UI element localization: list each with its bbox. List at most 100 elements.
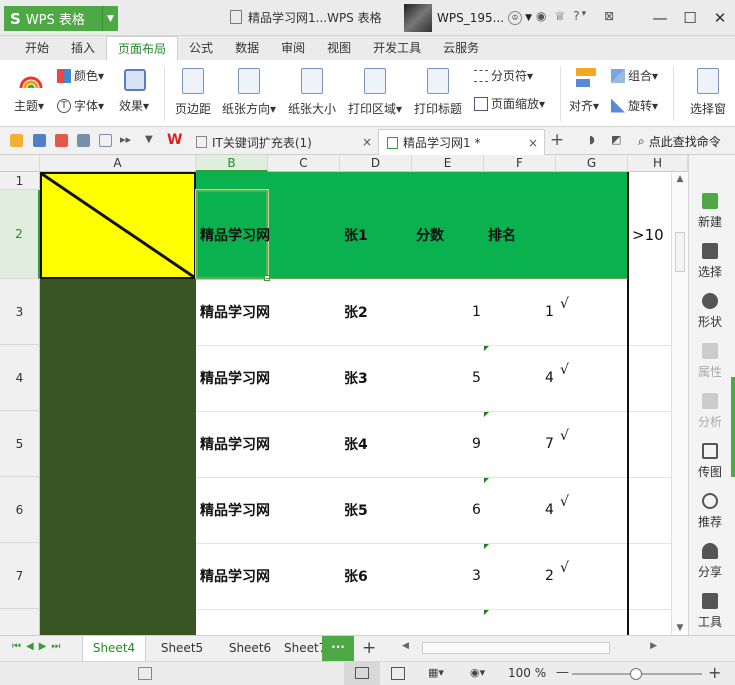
tab-home[interactable]: 开始 <box>14 36 60 60</box>
zoom-slider[interactable] <box>572 668 702 680</box>
column-header-c[interactable]: C <box>268 155 340 172</box>
group-button[interactable]: 组合 ▾ <box>611 67 658 84</box>
print-area-button[interactable]: 打印区域▾ <box>344 68 406 117</box>
scroll-down-icon[interactable]: ▼ <box>672 623 688 633</box>
panel-upload-image-button[interactable]: 传图 <box>689 443 731 480</box>
column-header-b[interactable]: B <box>196 155 268 172</box>
open-folder-icon[interactable] <box>10 134 23 147</box>
help-icon[interactable]: ? <box>573 9 579 23</box>
panel-new-button[interactable]: 新建 <box>689 193 731 230</box>
cell-a1-a2-yellow[interactable] <box>40 172 196 279</box>
cell-d4[interactable]: 张3 <box>344 345 368 411</box>
tab-cloud-service[interactable]: 云服务 <box>432 36 490 60</box>
horizontal-scrollbar[interactable]: ◀ ▶ <box>402 641 657 655</box>
panel-share-button[interactable]: 分享 <box>689 543 731 580</box>
back-icon[interactable]: ◗ <box>589 133 595 146</box>
zoom-slider-thumb[interactable] <box>630 668 642 680</box>
save-icon[interactable] <box>33 134 46 147</box>
cell-d3[interactable]: 张2 <box>344 279 368 345</box>
doc-tab-it-keywords[interactable]: IT关键词扩充表(1) × <box>188 129 378 155</box>
cell-d2[interactable]: 张1 <box>344 190 368 279</box>
sheet-tab-sheet6[interactable]: Sheet6 <box>218 636 282 661</box>
font-button[interactable]: T 字体 ▾ <box>57 97 104 114</box>
close-icon[interactable]: × <box>362 135 372 149</box>
paper-size-button[interactable]: 纸张大小 <box>286 68 338 117</box>
sheet-tab-sheet5[interactable]: Sheet5 <box>150 636 214 661</box>
select-all-corner[interactable] <box>0 155 40 172</box>
skin-icon[interactable]: ◉ <box>536 9 546 23</box>
row-header-6[interactable]: 6 <box>0 477 40 543</box>
effect-button[interactable]: 效果 ▾ <box>119 97 149 114</box>
cell-h2[interactable]: >10 <box>632 190 664 279</box>
sheet-tab-sheet4[interactable]: Sheet4 <box>82 636 146 661</box>
cell-d6[interactable]: 张5 <box>344 477 368 543</box>
cell-f3[interactable]: 1 <box>545 279 554 345</box>
find-command-search[interactable]: ⌕ 点此查找命令 <box>638 131 721 151</box>
tab-developer[interactable]: 开发工具 <box>362 36 432 60</box>
scroll-thumb[interactable] <box>675 232 685 272</box>
tab-insert[interactable]: 插入 <box>60 36 106 60</box>
column-header-h[interactable]: H <box>628 155 688 172</box>
avatar[interactable] <box>404 4 432 32</box>
cell-f4[interactable]: 4 <box>545 345 554 411</box>
cell-f6[interactable]: 4 <box>545 477 554 543</box>
panel-toolbox-button[interactable]: 工具 <box>689 593 731 630</box>
panel-recommend-button[interactable]: 推荐 <box>689 493 731 530</box>
sheet-more-button[interactable]: ··· <box>322 636 354 661</box>
doc-tab-active[interactable]: 精品学习网1 * × <box>378 129 545 155</box>
fullscreen-icon[interactable]: ⊠ <box>604 9 614 23</box>
tab-view[interactable]: 视图 <box>316 36 362 60</box>
column-header-g[interactable]: G <box>556 155 628 172</box>
cell-g4-check[interactable]: √ <box>560 337 569 403</box>
print-icon[interactable] <box>77 134 90 147</box>
cell-b5[interactable]: 精品学习网 <box>200 411 270 477</box>
cell-g7-check[interactable]: √ <box>560 535 569 601</box>
cell-f2[interactable]: 排名 <box>488 190 516 279</box>
column-header-e[interactable]: E <box>412 155 484 172</box>
macro-record-icon[interactable] <box>138 667 152 680</box>
row-header-2[interactable]: 2 <box>0 190 40 279</box>
vertical-scrollbar[interactable]: ▲ ▼ <box>671 172 688 635</box>
wps-app-menu-button[interactable]: S WPS 表格 ▼ <box>4 6 118 31</box>
page-zoom-button[interactable]: 页面缩放 ▾ <box>474 95 545 112</box>
cell-d7[interactable]: 张6 <box>344 543 368 609</box>
zoom-level[interactable]: 100 % <box>508 666 546 680</box>
row-header-7[interactable]: 7 <box>0 543 40 609</box>
effect-icon[interactable] <box>124 69 146 91</box>
add-sheet-button[interactable]: + <box>362 638 376 658</box>
sheet-tab-sheet7[interactable]: Sheet7 <box>282 636 322 661</box>
cell-g5-check[interactable]: √ <box>560 403 569 469</box>
cell-d5[interactable]: 张4 <box>344 411 368 477</box>
row-header-4[interactable]: 4 <box>0 345 40 411</box>
reading-mode-icon[interactable]: ◉▾ <box>470 666 485 679</box>
column-header-f[interactable]: F <box>484 155 556 172</box>
normal-view-button[interactable] <box>344 662 380 685</box>
row-header-5[interactable]: 5 <box>0 411 40 477</box>
column-header-d[interactable]: D <box>340 155 412 172</box>
send-icon[interactable]: ◩ <box>611 133 621 146</box>
cell-b4[interactable]: 精品学习网 <box>200 345 270 411</box>
chevron-down-icon[interactable]: ▼ <box>525 13 532 23</box>
zoom-out-button[interactable]: — <box>556 665 569 680</box>
tab-formulas[interactable]: 公式 <box>178 36 224 60</box>
cell-g3-check[interactable]: √ <box>560 271 569 337</box>
page-break-button[interactable]: 分页符 ▾ <box>474 67 533 84</box>
align-icon[interactable] <box>576 68 598 90</box>
user-account[interactable]: WPS_195... ♔ ▼ <box>404 4 532 32</box>
cell-e6[interactable]: 6 <box>472 477 481 543</box>
layout-view-icon[interactable]: ▦▾ <box>428 666 444 679</box>
export-pdf-icon[interactable] <box>55 134 68 147</box>
panel-toggle[interactable] <box>731 377 735 477</box>
row-header-1[interactable]: 1 <box>0 172 40 190</box>
theme-button[interactable]: 主题 ▾ <box>14 97 44 114</box>
selection-pane-button[interactable]: 选择窗 <box>682 68 734 117</box>
row-header-8[interactable] <box>0 609 40 635</box>
chevron-down-icon[interactable]: ▼ <box>102 6 118 31</box>
close-icon[interactable]: × <box>528 136 538 150</box>
scroll-right-icon[interactable]: ▶ <box>650 641 657 651</box>
rotate-button[interactable]: 旋转 ▾ <box>611 97 658 114</box>
chevron-down-icon[interactable]: ▼ <box>145 134 153 145</box>
new-tab-icon[interactable]: + <box>550 130 564 150</box>
chevron-down-icon[interactable]: ▾ <box>582 9 587 23</box>
tab-data[interactable]: 数据 <box>224 36 270 60</box>
